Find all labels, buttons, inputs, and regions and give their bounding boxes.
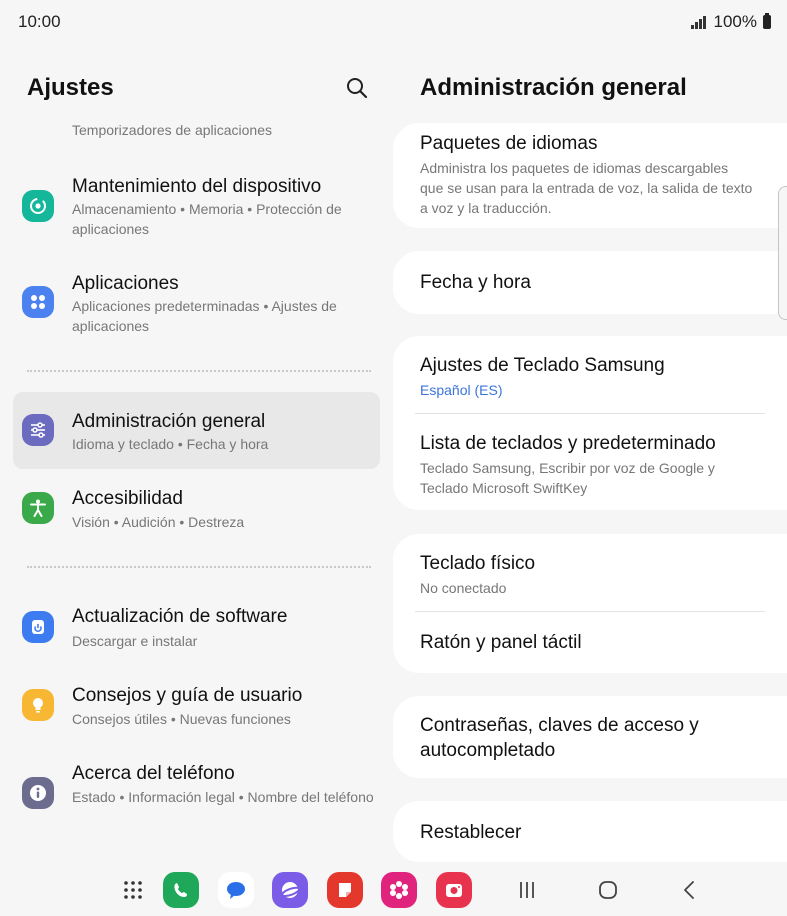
sidebar-item-title: Consejos y guía de usuario (72, 685, 303, 706)
row-title: Contraseñas, claves de acceso y autocomp… (420, 715, 699, 761)
notes-app-icon[interactable] (327, 872, 363, 908)
sidebar-item-about-phone[interactable]: Acerca del teléfono Estado • Información… (13, 752, 380, 832)
signal-icon (691, 15, 706, 29)
card-reset: Restablecer (393, 801, 787, 862)
row-title: Ratón y panel táctil (420, 632, 582, 653)
sidebar-item-device-care[interactable]: Mantenimiento del dispositivo Almacenami… (13, 166, 380, 246)
gallery-app-icon[interactable] (381, 872, 417, 908)
search-icon (347, 78, 368, 99)
search-button[interactable] (343, 74, 371, 102)
edge-panel-handle[interactable] (778, 186, 787, 320)
status-right: 100% (691, 12, 771, 32)
row-title: Paquetes de idiomas (420, 133, 598, 154)
physical-keyboard-row[interactable]: Teclado físico No conectado (420, 551, 765, 598)
apps-icon (22, 286, 54, 318)
passwords-autofill-row[interactable]: Contraseñas, claves de acceso y autocomp… (420, 713, 765, 763)
status-time: 10:00 (18, 12, 61, 31)
card-date-time: Fecha y hora (393, 251, 787, 314)
row-subtitle: Teclado Samsung, Escribir por voz de Goo… (420, 460, 715, 496)
card-physical-keyboard: Teclado físico No conectado Ratón y pane… (393, 534, 787, 673)
date-time-row[interactable]: Fecha y hora (420, 270, 765, 295)
messages-app-icon[interactable] (218, 872, 254, 908)
sidebar-item-subtitle: Idioma y teclado • Fecha y hora (72, 436, 269, 452)
sidebar-item-subtitle: Descargar e instalar (72, 633, 198, 649)
settings-title: Ajustes (27, 74, 114, 101)
section-divider (27, 566, 371, 568)
home-button[interactable] (590, 872, 626, 908)
samsung-keyboard-row[interactable]: Ajustes de Teclado Samsung Español (ES) (420, 353, 765, 400)
home-icon (599, 881, 617, 899)
sidebar-item-apps[interactable]: Aplicaciones Aplicaciones predeterminada… (13, 264, 380, 344)
card-keyboards: Ajustes de Teclado Samsung Español (ES) … (393, 336, 787, 510)
sidebar-item-subtitle: Visión • Audición • Destreza (72, 514, 245, 530)
sidebar-item-tips[interactable]: Consejos y guía de usuario Consejos útil… (13, 674, 380, 736)
sidebar-item-title: Aplicaciones (72, 273, 179, 294)
sidebar-item-title: Acerca del teléfono (72, 763, 235, 784)
sidebar-item-title: Mantenimiento del dispositivo (72, 176, 322, 197)
device-care-icon (22, 190, 54, 222)
recents-button[interactable] (509, 872, 545, 908)
sidebar-item-title: Administración general (72, 411, 266, 432)
row-title: Restablecer (420, 822, 522, 843)
row-title: Fecha y hora (420, 272, 531, 293)
battery-icon (763, 13, 771, 29)
accessibility-icon (22, 492, 54, 524)
app-drawer-icon (124, 881, 142, 899)
keyboard-list-row[interactable]: Lista de teclados y predeterminado Tecla… (420, 431, 765, 498)
sidebar-item-general-management[interactable]: Administración general Idioma y teclado … (13, 392, 380, 469)
partial-item-subtitle: Temporizadores de aplicaciones (72, 122, 272, 138)
tips-bulb-icon (22, 689, 54, 721)
status-bar: 10:00 100% (0, 0, 787, 44)
back-button[interactable] (672, 872, 708, 908)
section-divider (27, 370, 371, 372)
sidebar-item-subtitle: Aplicaciones predeterminadas • Ajustes d… (72, 298, 337, 334)
card-language-packs: Paquetes de idiomas Administra los paque… (393, 123, 787, 228)
row-title: Teclado físico (420, 553, 536, 574)
internet-app-icon[interactable] (272, 872, 308, 908)
language-packs-row[interactable]: Paquetes de idiomas Administra los paque… (420, 131, 765, 218)
sidebar-item-subtitle: Consejos útiles • Nuevas funciones (72, 711, 291, 727)
camera-app-icon[interactable] (436, 872, 472, 908)
row-title: Lista de teclados y predeterminado (420, 433, 716, 454)
recents-icon (520, 882, 534, 898)
row-divider (415, 413, 765, 414)
sidebar-item-accessibility[interactable]: Accesibilidad Visión • Audición • Destre… (13, 478, 380, 540)
row-subtitle: Español (ES) (420, 382, 503, 398)
sliders-icon (22, 414, 54, 446)
row-title: Ajustes de Teclado Samsung (420, 355, 665, 376)
taskbar (0, 862, 787, 916)
sidebar-item-title: Accesibilidad (72, 488, 183, 509)
card-passwords: Contraseñas, claves de acceso y autocomp… (393, 696, 787, 778)
detail-title: Administración general (420, 74, 687, 101)
info-icon (22, 777, 54, 809)
mouse-touchpad-row[interactable]: Ratón y panel táctil (420, 630, 765, 655)
sidebar-item-subtitle: Almacenamiento • Memoria • Protección de… (72, 201, 342, 237)
back-icon (684, 881, 694, 899)
software-update-icon (22, 611, 54, 643)
app-drawer-button[interactable] (115, 872, 151, 908)
row-divider (415, 611, 765, 612)
reset-row[interactable]: Restablecer (420, 820, 765, 845)
sidebar-item-subtitle: Estado • Información legal • Nombre del … (72, 789, 374, 805)
battery-percent: 100% (713, 12, 757, 31)
phone-app-icon[interactable] (163, 872, 199, 908)
row-subtitle: Administra los paquetes de idiomas desca… (420, 160, 753, 216)
sidebar-item-title: Actualización de software (72, 606, 288, 627)
sidebar-item-software-update[interactable]: Actualización de software Descargar e in… (13, 596, 380, 658)
row-subtitle: No conectado (420, 580, 507, 596)
